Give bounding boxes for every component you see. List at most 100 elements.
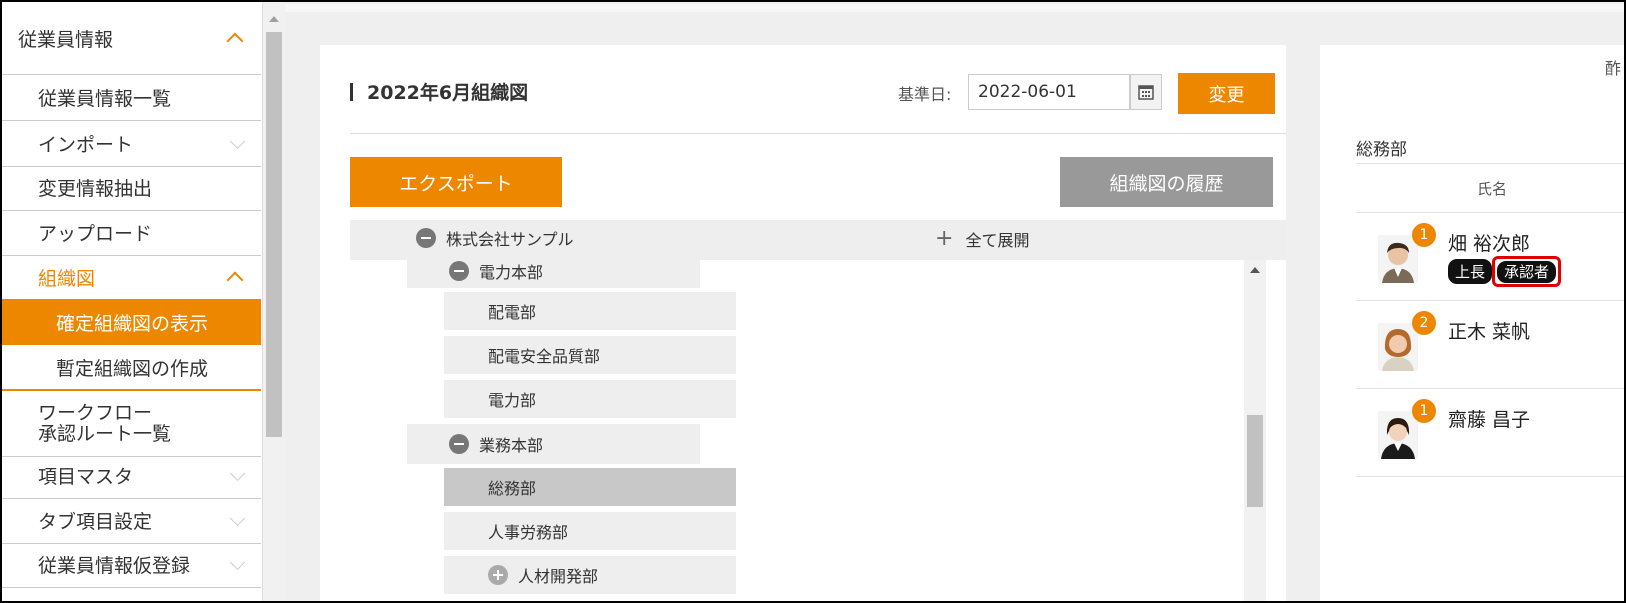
sidebar-item-label: 確定組織図の表示 <box>56 312 209 335</box>
calendar-button[interactable] <box>1130 74 1162 110</box>
role-tag-approver: 承認者 <box>1497 261 1557 283</box>
tree-node-distribution-safety[interactable]: 配電安全品質部 <box>444 336 736 374</box>
avatar <box>1378 235 1418 283</box>
sidebar-item-label: 暫定組織図の作成 <box>56 357 209 380</box>
member-name: 正木 菜帆 <box>1448 321 1531 343</box>
tree-header: 株式会社サンプル + 全て展開 <box>350 220 1286 260</box>
org-tree: 電力本部 配電部 配電安全品質部 電力部 業務本部 総務部 人事労務部 人材開発… <box>350 260 1286 601</box>
sidebar-item-label: ワークフロー 承認ルート一覧 <box>38 401 172 445</box>
tree-node-label: 配電安全品質部 <box>488 347 601 366</box>
scrollbar-thumb[interactable] <box>266 32 282 437</box>
tree-node-label: 総務部 <box>488 479 537 498</box>
tree-root-label: 株式会社サンプル <box>446 230 574 249</box>
tree-node-label: 業務本部 <box>479 436 544 455</box>
card-divider <box>350 133 1286 134</box>
tree-node-distribution[interactable]: 配電部 <box>444 292 736 330</box>
chevron-down-icon <box>229 553 246 570</box>
sidebar-item-employee-list[interactable]: 従業員情報一覧 <box>2 75 261 121</box>
selected-dept-name: 総務部 <box>1356 140 1407 160</box>
column-header-name: 氏名 <box>1476 179 1507 198</box>
sidebar-item-tab-settings[interactable]: タブ項目設定 <box>2 498 261 544</box>
tree-node-label: 人材開発部 <box>518 567 599 586</box>
sidebar-item-upload[interactable]: アップロード <box>2 210 261 256</box>
sidebar-item-view-confirmed-org[interactable]: 確定組織図の表示 <box>2 299 261 345</box>
sidebar-item-label: 項目マスタ <box>38 466 134 488</box>
page-title-text: 2022年6月組織図 <box>367 82 529 104</box>
sidebar-item-import[interactable]: インポート <box>2 121 261 167</box>
expand-all-label: 全て展開 <box>965 231 1030 250</box>
collapse-icon[interactable] <box>449 434 469 454</box>
order-badge: 1 <box>1412 223 1436 247</box>
person-photo-icon <box>1378 411 1418 459</box>
highlight-box: 承認者 <box>1492 256 1562 287</box>
sidebar-item-label-line2: 承認ルート一覧 <box>38 422 172 445</box>
scroll-up-arrow-icon[interactable] <box>269 16 279 22</box>
scrollbar-thumb[interactable] <box>1247 415 1263 507</box>
role-tags: 上長 承認者 <box>1448 256 1562 287</box>
reference-date-label: 基準日: <box>898 85 952 104</box>
tree-node-hr-labor[interactable]: 人事労務部 <box>444 512 736 550</box>
avatar <box>1378 323 1418 371</box>
tree-node-label: 人事労務部 <box>488 523 569 542</box>
sidebar-item-label: タブ項目設定 <box>38 511 153 533</box>
sidebar-item-label: 従業員情報仮登録 <box>38 555 191 577</box>
sidebar-item-label-line1: ワークフロー <box>38 401 153 424</box>
tree-node-talent-dev[interactable]: 人材開発部 <box>444 556 736 594</box>
title-bar-accent <box>350 83 353 101</box>
sidebar-header-employee-info[interactable]: 従業員情報 <box>2 2 261 75</box>
reference-date-input[interactable]: 2022-06-01 <box>968 74 1130 110</box>
order-badge: 1 <box>1412 399 1436 423</box>
tree-node-power[interactable]: 電力部 <box>444 380 736 418</box>
expand-all-button[interactable]: + 全て展開 <box>935 227 1029 251</box>
app-window: 従業員情報 従業員情報一覧 インポート 変更情報抽出 アップロード 組織図 確定… <box>0 0 1626 603</box>
tree-scrollbar[interactable] <box>1244 260 1266 601</box>
sidebar-item-label: 組織図 <box>38 267 96 290</box>
sidebar-item-label: 従業員情報一覧 <box>38 88 172 110</box>
sidebar-item-provisional-registration[interactable]: 従業員情報仮登録 <box>2 542 261 588</box>
tree-node-label: 電力本部 <box>479 263 544 282</box>
sidebar-item-label: インポート <box>38 134 134 156</box>
sidebar-header-label: 従業員情報 <box>18 28 114 51</box>
scroll-up-arrow-icon[interactable] <box>1250 267 1260 273</box>
tree-root-node[interactable]: 株式会社サンプル <box>416 226 574 250</box>
tree-node-business-hq[interactable]: 業務本部 <box>407 424 700 464</box>
avatar <box>1378 411 1418 459</box>
export-button[interactable]: エクスポート <box>350 157 562 207</box>
member-name: 齋藤 昌子 <box>1448 409 1531 431</box>
person-photo-icon <box>1378 323 1418 371</box>
sidebar-scrollbar[interactable] <box>263 2 285 601</box>
page-title: 2022年6月組織図 <box>350 78 528 105</box>
tree-node-general-affairs[interactable]: 総務部 <box>444 468 736 506</box>
org-history-button[interactable]: 組織図の履歴 <box>1060 157 1273 207</box>
sidebar-item-workflow-routes[interactable]: ワークフロー 承認ルート一覧 <box>2 391 261 457</box>
tree-node-label: 配電部 <box>488 303 537 322</box>
plus-icon: + <box>935 226 954 251</box>
change-button[interactable]: 変更 <box>1178 73 1275 114</box>
sidebar-item-change-extract[interactable]: 変更情報抽出 <box>2 165 261 211</box>
member-row[interactable]: 1 畑 裕次郎 上長 承認者 <box>1356 213 1624 301</box>
cut-off-text: 酢 <box>1605 59 1622 78</box>
members-panel: 酢 総務部 氏名 1 畑 裕次郎 上長 承認者 2 正木 菜帆 1 齋藤 昌子 <box>1320 45 1624 601</box>
chevron-up-icon <box>226 32 244 50</box>
chevron-up-icon <box>226 271 244 289</box>
order-badge: 2 <box>1412 311 1436 335</box>
sidebar-item-org-chart[interactable]: 組織図 <box>2 254 261 300</box>
tree-node-power-hq[interactable]: 電力本部 <box>407 260 700 288</box>
member-name: 畑 裕次郎 <box>1448 233 1531 255</box>
role-tag-supervisor: 上長 <box>1448 259 1493 284</box>
sidebar-item-item-master[interactable]: 項目マスタ <box>2 453 261 499</box>
collapse-icon[interactable] <box>416 228 436 248</box>
sidebar-item-label: 変更情報抽出 <box>38 178 153 200</box>
member-row[interactable]: 1 齋藤 昌子 <box>1356 389 1624 477</box>
member-row[interactable]: 2 正木 菜帆 <box>1356 301 1624 389</box>
sidebar-item-label: アップロード <box>38 223 153 245</box>
org-chart-card: 2022年6月組織図 基準日: 2022-06-01 変更 エクスポート 組織図… <box>320 45 1286 601</box>
expand-icon[interactable] <box>488 565 508 585</box>
person-photo-icon <box>1378 235 1418 283</box>
top-bar <box>285 4 1624 12</box>
sidebar-item-create-provisional-org[interactable]: 暫定組織図の作成 <box>2 344 261 390</box>
chevron-down-icon <box>229 132 246 149</box>
tree-node-label: 電力部 <box>488 391 537 410</box>
chevron-down-icon <box>229 464 246 481</box>
collapse-icon[interactable] <box>449 261 469 281</box>
